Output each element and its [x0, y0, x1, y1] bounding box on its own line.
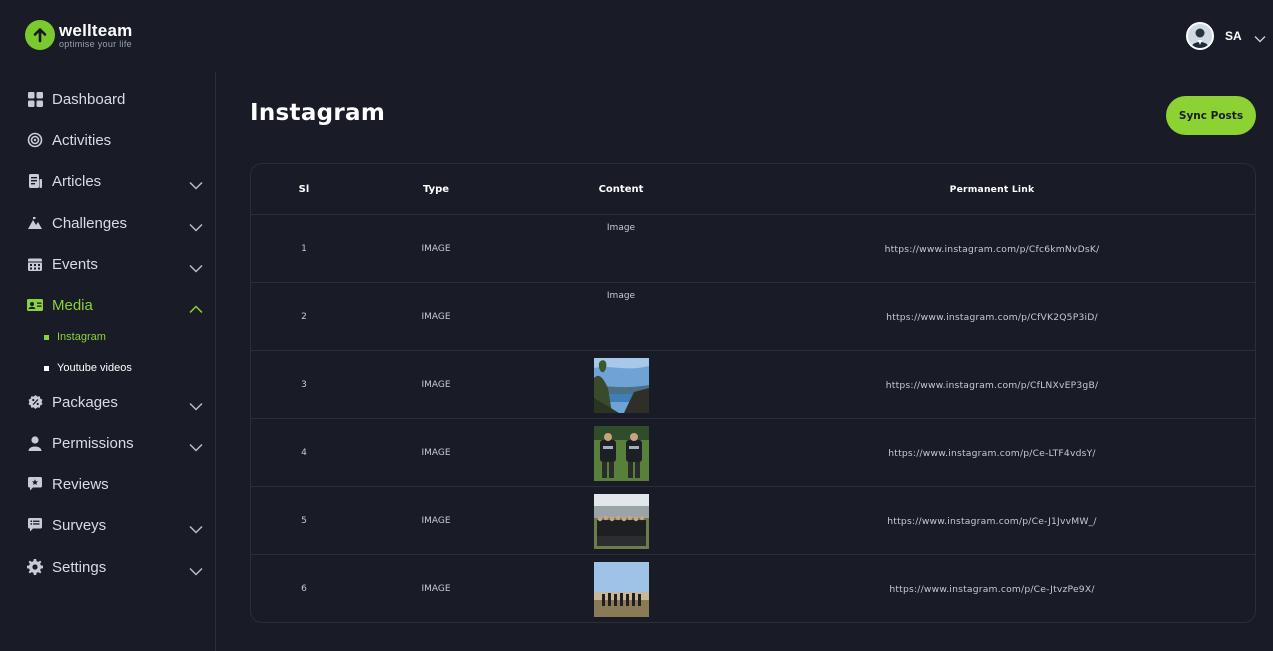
chevron-down-icon: [189, 519, 203, 538]
target-icon: [27, 132, 43, 148]
sidebar-subitem-youtube-videos[interactable]: Youtube videos: [44, 358, 132, 378]
table-row[interactable]: 2 IMAGE Image https://www.instagram.com/…: [251, 283, 1255, 351]
cell-type: IMAGE: [421, 380, 451, 390]
table-row[interactable]: 6 IMAGE https://www.instagram.com/p/Ce-J…: [251, 555, 1255, 622]
cell-permanent-link[interactable]: https://www.instagram.com/p/Cfc6kmNvDsK/: [727, 215, 1255, 283]
sidebar-item-settings[interactable]: Settings: [0, 552, 215, 582]
sync-posts-button[interactable]: Sync Posts: [1166, 96, 1256, 135]
table-row[interactable]: 4 IMAGE https://www.instagram.com/p/Ce-L…: [251, 419, 1255, 487]
sidebar-item-label: Activities: [52, 131, 112, 149]
media-icon: [27, 297, 43, 313]
cell-content-broken-image: Image: [606, 223, 636, 233]
sidebar-item-dashboard[interactable]: Dashboard: [0, 84, 215, 114]
column-header-content[interactable]: Content: [515, 164, 727, 215]
sidebar-item-permissions[interactable]: Permissions: [0, 428, 215, 458]
group-photo-hilltop[interactable]: [593, 561, 649, 617]
cell-type: IMAGE: [421, 312, 451, 322]
cell-permanent-link[interactable]: https://www.instagram.com/p/Ce-JtvzPe9X/: [727, 555, 1255, 622]
two-people-photo[interactable]: [593, 425, 649, 481]
column-header-permanent-link[interactable]: Permanent Link: [727, 164, 1255, 215]
article-icon: [27, 173, 43, 189]
cell-type: IMAGE: [421, 448, 451, 458]
sidebar-item-media[interactable]: Media: [0, 290, 215, 320]
cell-sl: 6: [301, 584, 307, 594]
cell-sl: 4: [301, 448, 307, 458]
sidebar-item-reviews[interactable]: Reviews: [0, 469, 215, 499]
chevron-down-icon: [189, 396, 203, 415]
chevron-down-icon: [189, 217, 203, 236]
user-icon: [27, 435, 43, 451]
survey-icon: [27, 517, 43, 533]
gear-icon: [27, 559, 43, 575]
sidebar-item-label: Settings: [52, 558, 107, 576]
package-icon: [27, 394, 43, 410]
sidebar-subitem-label: Instagram: [57, 331, 106, 343]
sidebar-item-surveys[interactable]: Surveys: [0, 510, 215, 540]
chevron-down-icon: [189, 437, 203, 456]
top-bar: wellteam optimise your life SA: [0, 0, 1273, 70]
cell-permanent-link[interactable]: https://www.instagram.com/p/CfLNXvEP3gB/: [727, 351, 1255, 419]
cell-content: [515, 351, 727, 419]
table-row[interactable]: 5 IMAGE https://www.instagram.com/p/Ce-J…: [251, 487, 1255, 555]
arrow-up-icon: [25, 20, 55, 50]
cell-content: [515, 555, 727, 622]
bullet-icon: [44, 365, 49, 371]
sidebar: Dashboard Activities Articles Challenges…: [0, 72, 216, 651]
cell-type: IMAGE: [421, 244, 451, 254]
cell-content: [515, 419, 727, 487]
cell-permanent-link[interactable]: https://www.instagram.com/p/Ce-LTF4vdsY/: [727, 419, 1255, 487]
sidebar-item-packages[interactable]: Packages: [0, 387, 215, 417]
group-photo-city[interactable]: [593, 493, 649, 549]
sidebar-item-label: Events: [52, 255, 98, 273]
column-header-type[interactable]: Type: [357, 164, 515, 215]
cell-sl: 2: [301, 312, 307, 322]
table-row[interactable]: 1 IMAGE Image https://www.instagram.com/…: [251, 215, 1255, 283]
chevron-down-icon: [189, 561, 203, 580]
table-row[interactable]: 3 IMAGE https://www.instagram.com/p/CfLN…: [251, 351, 1255, 419]
lake-landscape-photo[interactable]: [593, 357, 649, 413]
cell-sl: 3: [301, 380, 307, 390]
sidebar-item-label: Dashboard: [52, 90, 126, 108]
chevron-down-icon: [189, 258, 203, 277]
sidebar-item-label: Challenges: [52, 214, 128, 232]
instagram-table: Sl Type Content Permanent Link 1 IMAGE I…: [250, 163, 1256, 623]
column-header-sl[interactable]: Sl: [251, 164, 357, 215]
avatar[interactable]: [1186, 22, 1214, 50]
cell-sl: 1: [301, 244, 307, 254]
chevron-up-icon: [189, 299, 203, 318]
chevron-down-icon[interactable]: [1254, 28, 1266, 47]
sidebar-item-label: Media: [52, 296, 93, 314]
cell-type: IMAGE: [421, 584, 451, 594]
sidebar-item-articles[interactable]: Articles: [0, 166, 215, 196]
cell-sl: 5: [301, 516, 307, 526]
brand-name: wellteam: [59, 20, 133, 40]
review-icon: [27, 476, 43, 492]
sidebar-item-events[interactable]: Events: [0, 249, 215, 279]
sidebar-subitem-instagram[interactable]: Instagram: [44, 327, 106, 347]
bullet-icon: [44, 334, 49, 340]
sidebar-item-label: Permissions: [52, 434, 134, 452]
cell-permanent-link[interactable]: https://www.instagram.com/p/Ce-J1JvvMW_/: [727, 487, 1255, 555]
cell-permanent-link[interactable]: https://www.instagram.com/p/CfVK2Q5P3iD/: [727, 283, 1255, 351]
sidebar-item-label: Surveys: [52, 516, 107, 534]
sidebar-item-label: Articles: [52, 172, 102, 190]
table-header: Sl Type Content Permanent Link: [251, 164, 1255, 215]
dashboard-icon: [27, 91, 43, 107]
page-title: Instagram: [250, 100, 386, 126]
brand-logo[interactable]: wellteam optimise your life: [25, 20, 132, 50]
sidebar-item-label: Reviews: [52, 475, 109, 493]
chevron-down-icon: [189, 175, 203, 194]
calendar-icon: [27, 256, 43, 272]
brand-tagline: optimise your life: [59, 38, 132, 49]
sidebar-item-activities[interactable]: Activities: [0, 125, 215, 155]
user-initials: SA: [1225, 29, 1242, 43]
sidebar-subitem-label: Youtube videos: [57, 362, 132, 374]
sidebar-item-label: Packages: [52, 393, 118, 411]
cell-content-broken-image: Image: [606, 291, 636, 301]
sidebar-item-challenges[interactable]: Challenges: [0, 208, 215, 238]
cell-type: IMAGE: [421, 516, 451, 526]
cell-content: [515, 487, 727, 555]
user-menu[interactable]: SA: [1186, 22, 1266, 50]
mountain-icon: [27, 215, 43, 231]
